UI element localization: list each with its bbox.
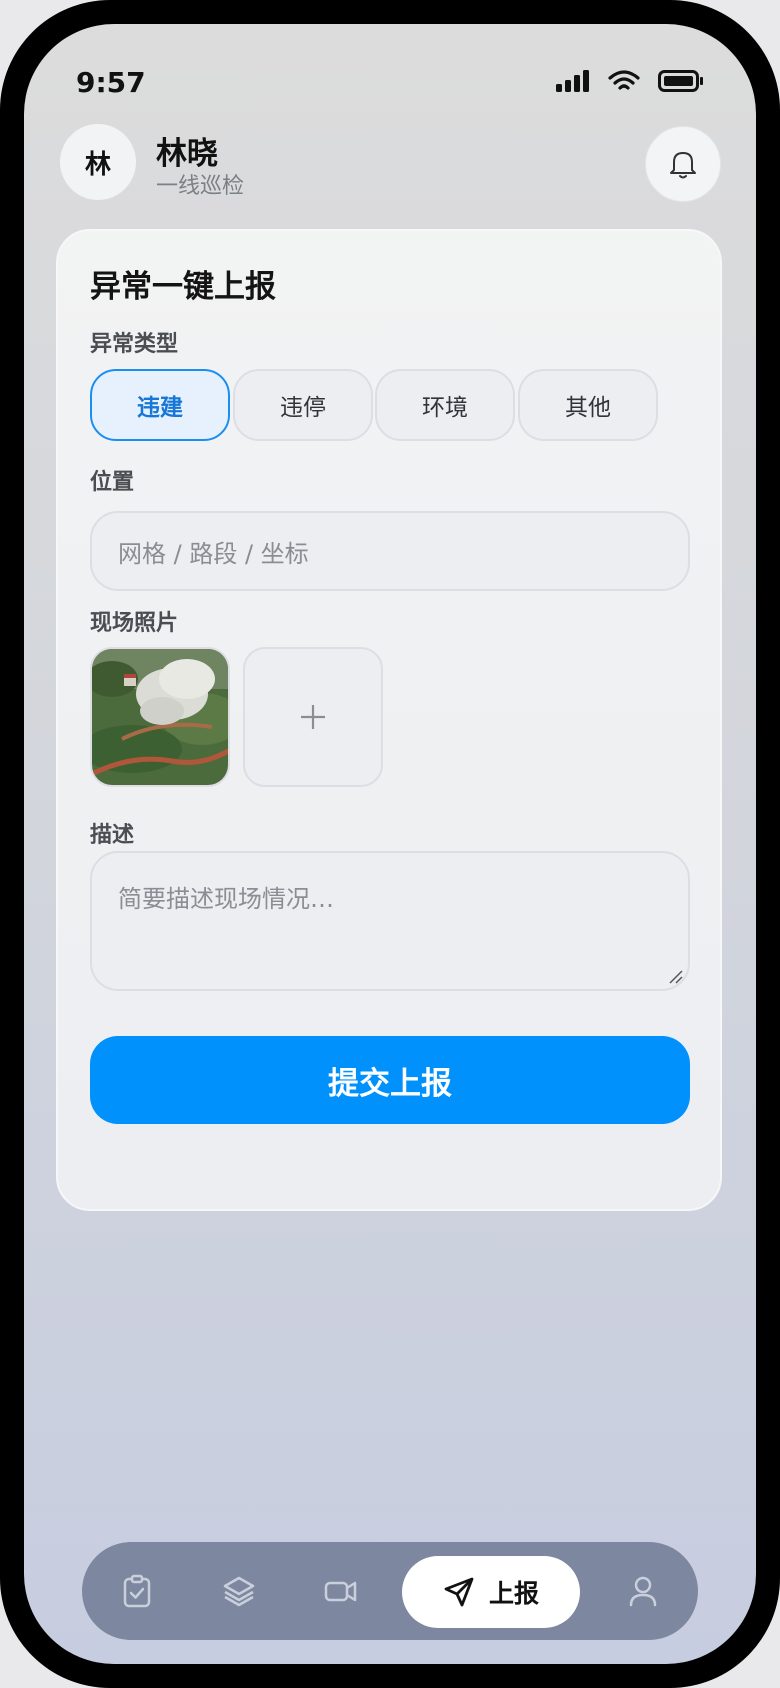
site-photo-thumbnail[interactable]: [90, 647, 230, 787]
status-time: 9:57: [76, 66, 146, 99]
status-icons: [556, 70, 704, 92]
site-photo-image: [92, 649, 228, 785]
location-label: 位置: [90, 470, 135, 495]
plus-icon: [301, 705, 325, 729]
video-camera-icon: [324, 1581, 357, 1602]
screen: 9:57 林 林晓 一线巡检 异常一键上报 异常类型 违建 违停 环境 其他 位…: [24, 24, 756, 1664]
bottom-nav: 上报: [82, 1542, 698, 1640]
add-photo-button[interactable]: [243, 647, 383, 787]
avatar[interactable]: 林: [60, 124, 136, 200]
user-icon: [629, 1576, 657, 1607]
signal-icon: [556, 70, 589, 92]
layers-icon: [223, 1576, 255, 1607]
type-chip-illegal-parking[interactable]: 违停: [233, 369, 373, 441]
location-input[interactable]: 网格 / 路段 / 坐标: [90, 511, 690, 591]
photo-label: 现场照片: [90, 611, 179, 636]
resize-handle-icon[interactable]: [668, 969, 684, 985]
description-placeholder: 简要描述现场情况…: [118, 885, 334, 913]
notification-button[interactable]: [645, 126, 721, 202]
clipboard-check-icon: [123, 1574, 151, 1608]
battery-icon: [658, 70, 703, 92]
nav-tasks[interactable]: [114, 1568, 160, 1614]
nav-layers[interactable]: [216, 1568, 262, 1614]
wifi-icon: [608, 70, 640, 90]
phone-frame: 9:57 林 林晓 一线巡检 异常一键上报 异常类型 违建 违停 环境 其他 位…: [0, 0, 780, 1688]
type-chip-illegal-building[interactable]: 违建: [90, 369, 230, 441]
report-card: 异常一键上报 异常类型 违建 违停 环境 其他 位置 网格 / 路段 / 坐标 …: [56, 229, 722, 1211]
type-chip-other[interactable]: 其他: [518, 369, 658, 441]
nav-video[interactable]: [318, 1568, 364, 1614]
description-label: 描述: [90, 823, 135, 848]
location-placeholder: 网格 / 路段 / 坐标: [118, 539, 309, 568]
bell-icon: [670, 152, 696, 179]
type-label: 异常类型: [90, 332, 179, 357]
form-title: 异常一键上报: [90, 269, 276, 305]
submit-report-button[interactable]: 提交上报: [90, 1036, 690, 1124]
nav-report-label: 上报: [488, 1579, 539, 1608]
user-role: 一线巡检: [156, 174, 245, 199]
type-chip-environment[interactable]: 环境: [375, 369, 515, 441]
user-name: 林晓: [156, 136, 218, 172]
send-icon: [444, 1577, 474, 1607]
description-textarea[interactable]: 简要描述现场情况…: [90, 851, 690, 991]
nav-report-active[interactable]: 上报: [402, 1556, 580, 1628]
nav-profile[interactable]: [620, 1568, 666, 1614]
